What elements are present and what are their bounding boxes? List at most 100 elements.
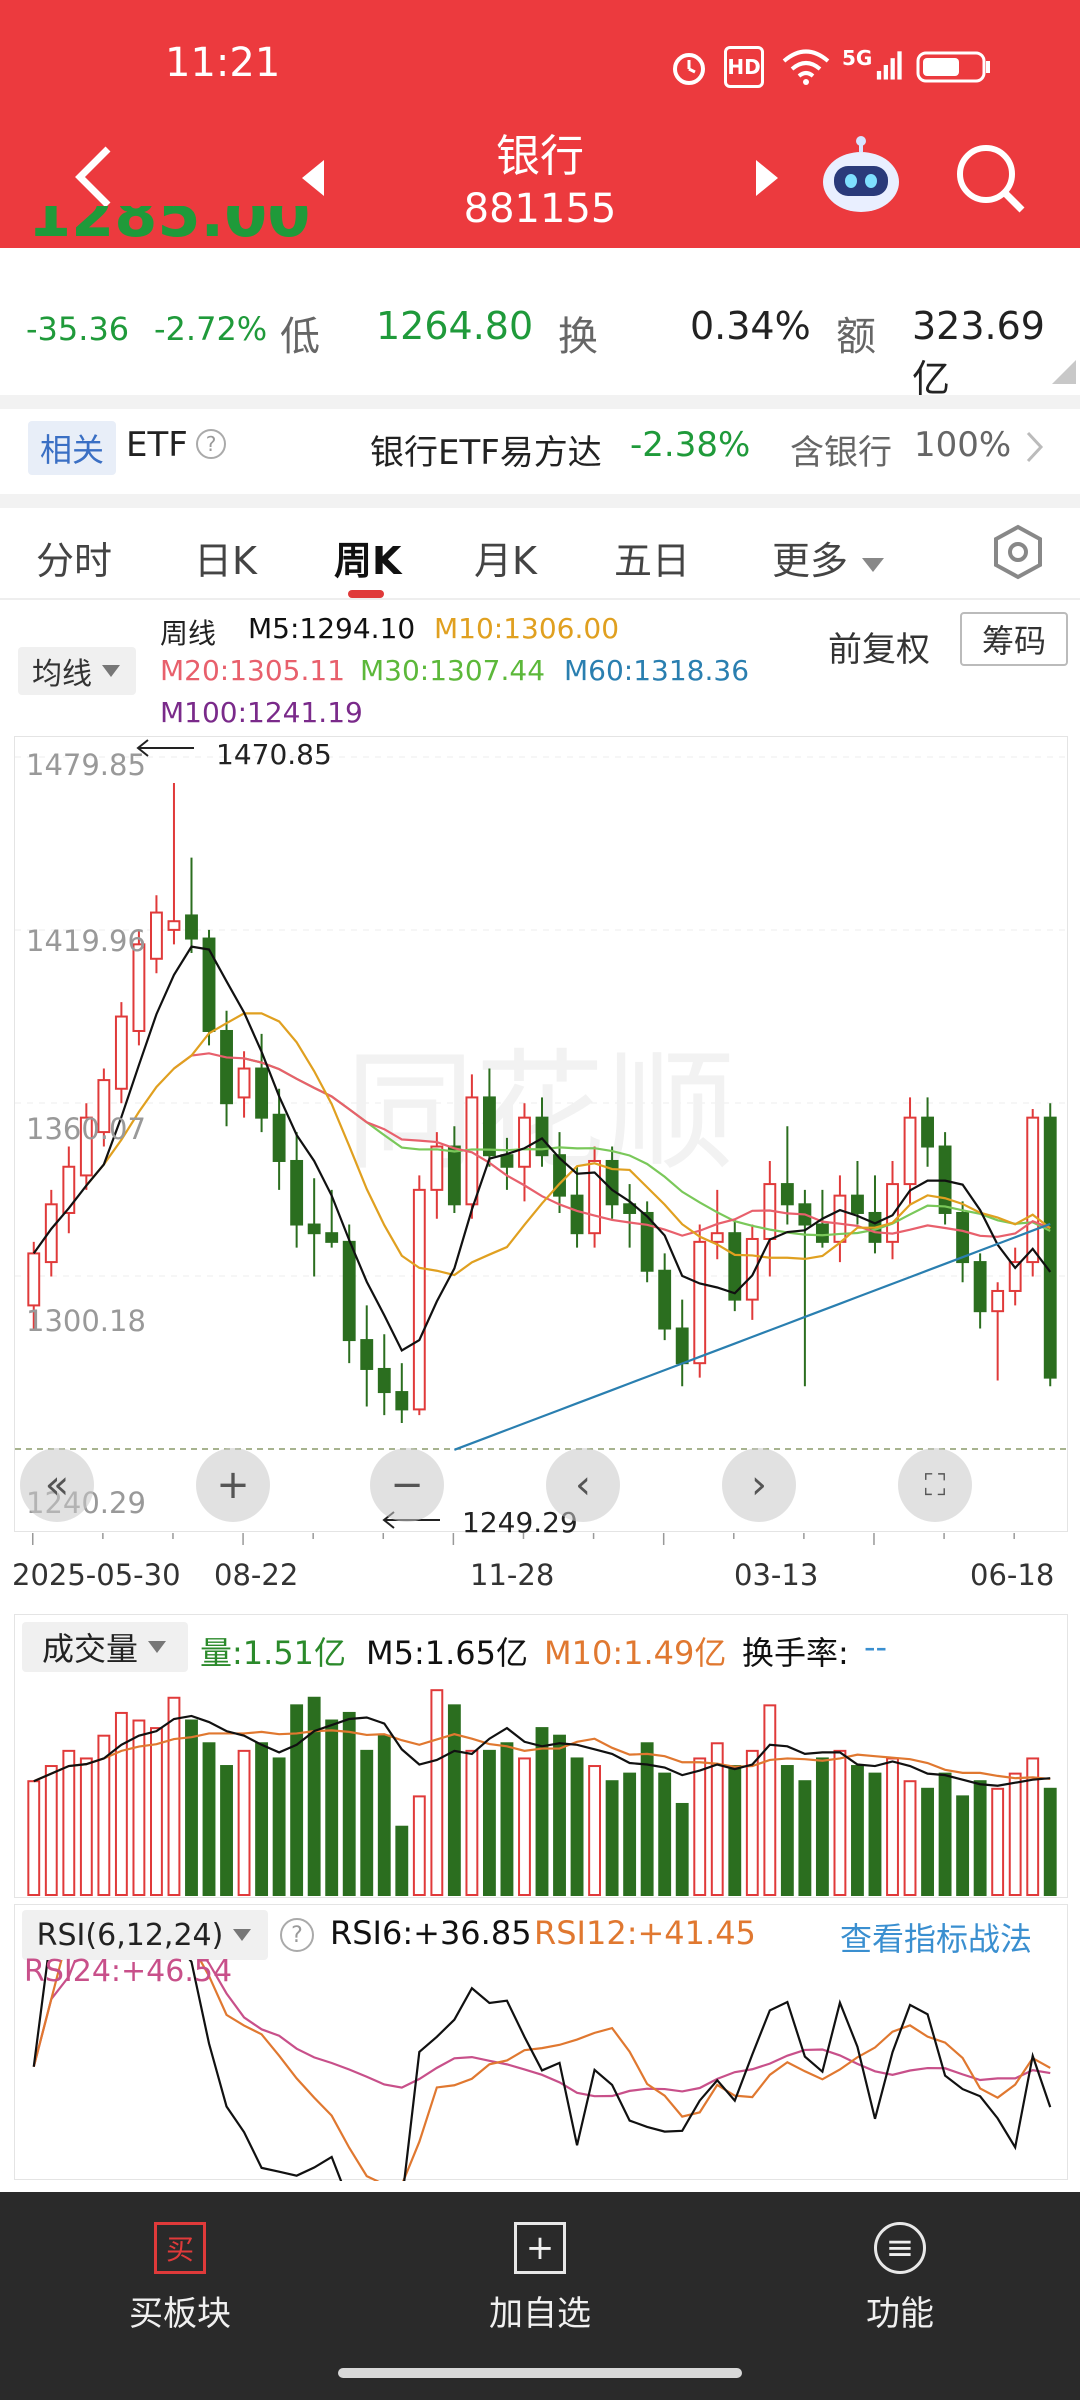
adjust-mode[interactable]: 前复权: [828, 622, 930, 671]
x-axis-ticks: [14, 1532, 1068, 1546]
candle-body: [780, 1183, 794, 1206]
candle-body: [903, 1116, 917, 1186]
tab-monthly-k[interactable]: 月K: [474, 530, 537, 585]
volume-bar: [518, 1757, 531, 1896]
battery-icon: [916, 46, 992, 88]
candle-body: [27, 1252, 41, 1307]
candle-body: [377, 1367, 391, 1394]
buy-sector-button[interactable]: 买 买板块: [80, 2222, 280, 2335]
candle-body: [307, 1223, 321, 1235]
high-arrow-icon: [134, 738, 196, 762]
turnover-label: 换: [558, 314, 598, 360]
volume-bar: [535, 1727, 549, 1896]
volume-select[interactable]: 成交量: [22, 1622, 188, 1672]
search-button[interactable]: [952, 140, 1028, 216]
volume-bar: [220, 1765, 233, 1896]
volume-bar: [1008, 1772, 1022, 1897]
minus-icon: −: [390, 1462, 424, 1508]
candle-body: [658, 1269, 672, 1330]
volume-bar: [886, 1757, 899, 1896]
menu-icon: ≡: [874, 2222, 926, 2274]
chips-button[interactable]: 筹码: [960, 612, 1068, 666]
expand-corner-icon[interactable]: [1052, 360, 1076, 388]
functions-button[interactable]: ≡ 功能: [800, 2222, 1000, 2335]
candle-body: [395, 1391, 409, 1411]
candle-body: [710, 1232, 724, 1243]
related-tag: 相关: [28, 421, 117, 475]
volume-bar: [1043, 1787, 1057, 1896]
volume-bar: [903, 1780, 917, 1896]
tab-more[interactable]: 更多: [772, 530, 886, 585]
page-title: 银行: [496, 131, 584, 182]
y-tick-label: 1419.96: [26, 924, 146, 958]
volume-bar: [482, 1749, 496, 1896]
tab-daily-k[interactable]: 日K: [194, 530, 257, 585]
buy-sector-label: 买板块: [129, 2294, 231, 2334]
candle-body: [482, 1096, 496, 1157]
candle-body: [430, 1145, 444, 1191]
volume-bar: [307, 1696, 321, 1896]
settings-hexagon-icon[interactable]: [990, 524, 1046, 584]
legend-m100: M100:1241.19: [160, 696, 363, 729]
price-chart-frame[interactable]: 同花顺: [14, 736, 1069, 1533]
candle-body: [1043, 1116, 1057, 1379]
volume-bar: [991, 1787, 1005, 1896]
candle-body: [815, 1223, 829, 1243]
volume-bar: [693, 1757, 707, 1896]
etf-change: -2.38%: [630, 425, 751, 465]
help-icon[interactable]: ?: [196, 429, 226, 459]
next-stock-button[interactable]: [752, 158, 782, 198]
candle-body: [693, 1240, 707, 1365]
zoom-in-button[interactable]: +: [196, 1448, 270, 1522]
volume-bar: [150, 1727, 163, 1896]
high-annotation: 1470.85: [216, 738, 332, 771]
tab-fenshi[interactable]: 分时: [36, 530, 112, 585]
robot-assistant-button[interactable]: [818, 136, 904, 216]
ma-select-label: 均线: [32, 657, 92, 692]
indicator-strategy-link[interactable]: 查看指标战法: [840, 1914, 1032, 1960]
chevron-left-icon: ‹: [575, 1462, 591, 1508]
fullscreen-button[interactable]: ⛶: [898, 1448, 972, 1522]
candle-body: [220, 1029, 233, 1105]
volume-bar: [27, 1780, 41, 1896]
volume-bar: [956, 1795, 970, 1896]
section-divider: [0, 395, 1080, 409]
volume-bar: [185, 1719, 198, 1896]
candle-body: [255, 1067, 269, 1119]
volume-bar: [851, 1765, 864, 1896]
caret-down-icon: [862, 558, 885, 572]
candlestick-chart[interactable]: 同花顺: [15, 737, 1069, 1533]
candle-body: [167, 920, 181, 931]
volume-bar: [360, 1749, 374, 1896]
ma-select[interactable]: 均线: [18, 647, 136, 695]
y-tick-label: 1479.85: [26, 748, 146, 782]
candle-body: [237, 1067, 251, 1099]
chevron-right-icon: ›: [751, 1462, 767, 1508]
candle-body: [991, 1289, 1005, 1313]
legend-m60: M60:1318.36: [564, 654, 750, 687]
turnover-rate-value: --: [864, 1628, 888, 1666]
x-tick-label: 08-22: [214, 1558, 299, 1592]
add-watchlist-button[interactable]: + 加自选: [440, 2222, 640, 2335]
volume-bar: [938, 1772, 952, 1897]
change-value: -35.36: [26, 310, 130, 348]
scroll-left-far-button[interactable]: «: [20, 1448, 94, 1522]
volume-bar: [833, 1749, 847, 1896]
y-tick-label: 1300.18: [26, 1304, 146, 1338]
tab-weekly-k[interactable]: 周K: [334, 530, 401, 585]
add-watchlist-icon: +: [514, 2222, 566, 2274]
caret-down-icon: [233, 1929, 252, 1941]
tab-five-day[interactable]: 五日: [614, 530, 690, 585]
scroll-left-button[interactable]: ‹: [546, 1448, 620, 1522]
zoom-out-button[interactable]: −: [370, 1448, 444, 1522]
volume-bar: [114, 1711, 128, 1897]
candle-body: [518, 1116, 531, 1168]
related-etf-row[interactable]: 相关 ETF ? 银行ETF易方达 -2.38% 含银行 100%: [0, 409, 1080, 489]
scroll-right-button[interactable]: ›: [722, 1448, 796, 1522]
chevron-right-icon: [1024, 431, 1044, 467]
rsi-select[interactable]: RSI(6,12,24): [22, 1910, 268, 1960]
section-divider: [0, 494, 1080, 508]
volume-bar: [921, 1787, 934, 1896]
legend-m30: M30:1307.44: [360, 654, 546, 687]
help-icon[interactable]: ?: [280, 1918, 314, 1952]
